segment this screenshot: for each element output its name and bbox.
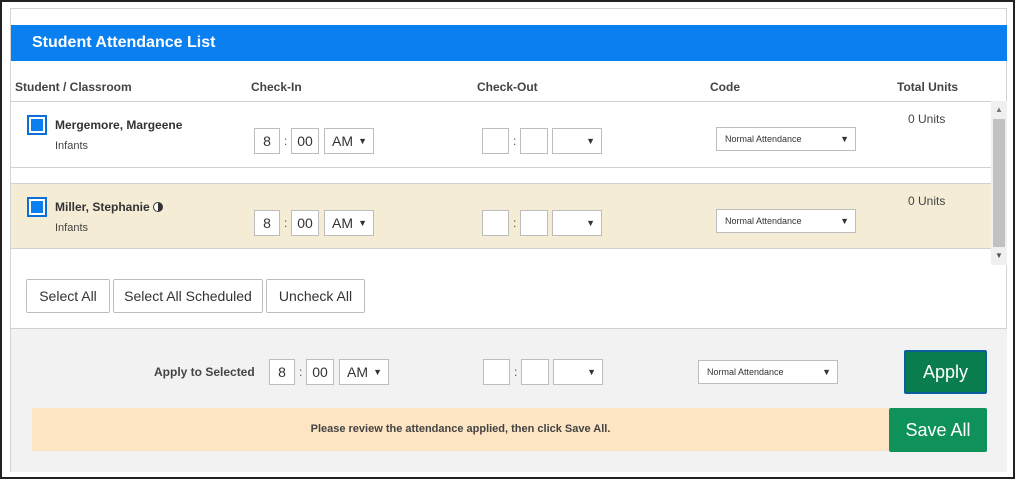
window-frame: Student Attendance List Student / Classr… (0, 0, 1015, 479)
col-header-checkin: Check-In (251, 80, 302, 94)
caret-down-icon: ▼ (586, 218, 595, 228)
scroll-down-icon[interactable]: ▼ (995, 251, 1003, 260)
apply-checkout-ampm-select[interactable]: ▼ (553, 359, 603, 385)
time-separator: : (284, 216, 288, 230)
table-row: Mergemore, Margeene Infants 8 : 00 AM ▼ … (11, 102, 991, 168)
uncheck-all-button[interactable]: Uncheck All (266, 279, 365, 313)
checkout-minute-input[interactable] (520, 128, 548, 154)
time-separator: : (284, 134, 288, 148)
code-select[interactable]: Normal Attendance ▼ (716, 127, 856, 151)
caret-down-icon: ▼ (358, 136, 367, 146)
time-separator: : (299, 365, 303, 379)
time-separator: : (513, 134, 517, 148)
apply-code-value: Normal Attendance (707, 367, 784, 377)
checkin-ampm-value: AM (332, 133, 353, 149)
col-header-units: Total Units (897, 80, 959, 94)
apply-checkout-hour-input[interactable] (483, 359, 510, 385)
apply-code-select[interactable]: Normal Attendance ▼ (698, 360, 838, 384)
checkout-hour-input[interactable] (482, 210, 509, 236)
checkin-ampm-select[interactable]: AM ▼ (324, 210, 374, 236)
total-units: 0 Units (908, 194, 946, 208)
col-header-code: Code (710, 80, 740, 94)
checkin-hour-input[interactable]: 8 (254, 210, 280, 236)
student-classroom: Infants (55, 222, 89, 234)
review-notice: Please review the attendance applied, th… (32, 408, 889, 451)
checkin-minute-input[interactable]: 00 (291, 210, 319, 236)
row-checkbox[interactable] (27, 115, 47, 135)
caret-down-icon: ▼ (840, 134, 849, 144)
scroll-thumb[interactable] (993, 119, 1005, 247)
select-all-button[interactable]: Select All (26, 279, 110, 313)
student-name: Mergemore, Margeene (55, 118, 183, 132)
code-select[interactable]: Normal Attendance ▼ (716, 209, 856, 233)
apply-checkout-minute-input[interactable] (521, 359, 549, 385)
apply-checkin-ampm-select[interactable]: AM ▼ (339, 359, 389, 385)
student-classroom: Infants (55, 140, 89, 152)
caret-down-icon: ▼ (373, 367, 382, 377)
list-scrollbar[interactable]: ▲ ▼ (991, 101, 1007, 265)
student-name: Miller, Stephanie (55, 200, 150, 214)
caret-down-icon: ▼ (586, 136, 595, 146)
apply-checkin-ampm-value: AM (347, 364, 368, 380)
checkout-hour-input[interactable] (482, 128, 509, 154)
attendance-panel: Student Attendance List Student / Classr… (10, 8, 1007, 472)
col-header-checkout: Check-Out (477, 80, 538, 94)
code-value: Normal Attendance (725, 134, 802, 144)
checkin-ampm-select[interactable]: AM ▼ (324, 128, 374, 154)
checkin-minute-input[interactable]: 00 (291, 128, 319, 154)
code-value: Normal Attendance (725, 216, 802, 226)
apply-to-selected-label: Apply to Selected (154, 365, 255, 379)
half-moon-icon (152, 202, 163, 212)
time-separator: : (514, 365, 518, 379)
caret-down-icon: ▼ (822, 367, 831, 377)
caret-down-icon: ▼ (840, 216, 849, 226)
checkout-ampm-select[interactable]: ▼ (552, 128, 602, 154)
table-row: Miller, Stephanie Infants 8 : 00 AM ▼ : … (11, 183, 991, 249)
select-all-scheduled-button[interactable]: Select All Scheduled (113, 279, 263, 313)
apply-section: Apply to Selected 8 : 00 AM ▼ : ▼ Normal… (11, 328, 1007, 472)
time-separator: : (513, 216, 517, 230)
caret-down-icon: ▼ (587, 367, 596, 377)
save-all-button[interactable]: Save All (889, 408, 987, 452)
apply-button[interactable]: Apply (904, 350, 987, 394)
scroll-up-icon[interactable]: ▲ (995, 105, 1003, 114)
student-name-wrap: Miller, Stephanie (55, 200, 163, 214)
total-units: 0 Units (908, 112, 946, 126)
checkout-ampm-select[interactable]: ▼ (552, 210, 602, 236)
panel-title: Student Attendance List (11, 25, 1007, 61)
col-header-student: Student / Classroom (15, 80, 132, 94)
row-checkbox[interactable] (27, 197, 47, 217)
caret-down-icon: ▼ (358, 218, 367, 228)
checkin-hour-input[interactable]: 8 (254, 128, 280, 154)
apply-checkin-minute-input[interactable]: 00 (306, 359, 334, 385)
apply-checkin-hour-input[interactable]: 8 (269, 359, 295, 385)
checkout-minute-input[interactable] (520, 210, 548, 236)
checkin-ampm-value: AM (332, 215, 353, 231)
